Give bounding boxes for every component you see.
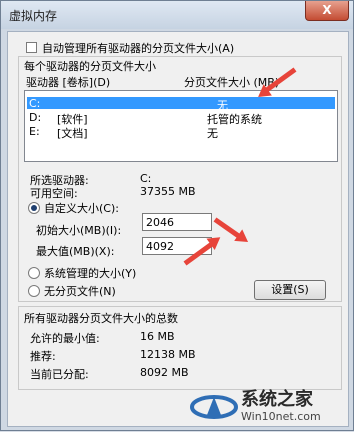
total-group-title: 所有驱动器分页文件大小的总数 — [24, 312, 178, 325]
drive-letter: C: — [29, 97, 41, 110]
min-value: 16 MB — [140, 330, 175, 343]
drive-list[interactable]: C: 无 D: [软件] 托管的系统 E: [文档] 无 — [24, 90, 338, 162]
custom-size-label[interactable]: 自定义大小(C): — [44, 200, 119, 216]
watermark-title: 系统之家 — [241, 389, 313, 410]
max-size-label: 最大值(MB)(X): — [36, 245, 115, 258]
initial-size-input[interactable]: 2046 — [142, 213, 212, 231]
close-button[interactable]: X — [305, 1, 349, 21]
no-paging-label[interactable]: 无分页文件(N) — [44, 283, 116, 299]
watermark-logo-icon — [190, 395, 238, 419]
drive-row-d[interactable]: D: [软件] 托管的系统 — [27, 111, 335, 126]
watermark: 系统之家 Win10net.com — [189, 381, 354, 432]
current-value: 8092 MB — [140, 366, 189, 379]
selected-drive-value: C: — [140, 172, 152, 185]
drive-letter: D: — [29, 111, 42, 124]
initial-size-label: 初始大小(MB)(I): — [36, 224, 122, 237]
system-managed-label[interactable]: 系统管理的大小(Y) — [44, 265, 136, 281]
watermark-url: Win10net.com — [241, 410, 321, 423]
per-drive-group-title: 每个驱动器的分页文件大小 — [24, 60, 156, 73]
drive-row-e[interactable]: E: [文档] 无 — [27, 125, 335, 140]
auto-manage-checkbox[interactable] — [26, 42, 37, 53]
custom-size-radio[interactable] — [28, 202, 40, 214]
set-button[interactable]: 设置(S) — [254, 280, 326, 300]
window-title: 虚拟内存 — [9, 9, 58, 23]
system-managed-radio[interactable] — [28, 267, 40, 279]
min-label: 允许的最小值: — [30, 332, 100, 345]
free-space-value: 37355 MB — [140, 185, 196, 198]
drive-letter: E: — [29, 125, 40, 138]
drive-label: [文档] — [57, 127, 88, 140]
recommended-value: 12138 MB — [140, 348, 196, 361]
current-label: 当前已分配: — [30, 368, 89, 381]
virtual-memory-dialog: 虚拟内存 X 自动管理所有驱动器的分页文件大小(A) 每个驱动器的分页文件大小 … — [0, 0, 354, 431]
drive-row-c[interactable]: C: 无 — [27, 97, 335, 112]
drive-column-header: 驱动器 [卷标](D) — [26, 76, 111, 89]
dialog-body: 自动管理所有驱动器的分页文件大小(A) 每个驱动器的分页文件大小 驱动器 [卷标… — [7, 31, 349, 427]
title-bar[interactable]: 虚拟内存 X — [1, 1, 353, 29]
drive-size: 无 — [207, 127, 218, 140]
no-paging-radio[interactable] — [28, 285, 40, 297]
free-space-label: 可用空间: — [30, 187, 78, 200]
auto-manage-label[interactable]: 自动管理所有驱动器的分页文件大小(A) — [42, 40, 234, 56]
recommended-label: 推荐: — [30, 350, 56, 363]
